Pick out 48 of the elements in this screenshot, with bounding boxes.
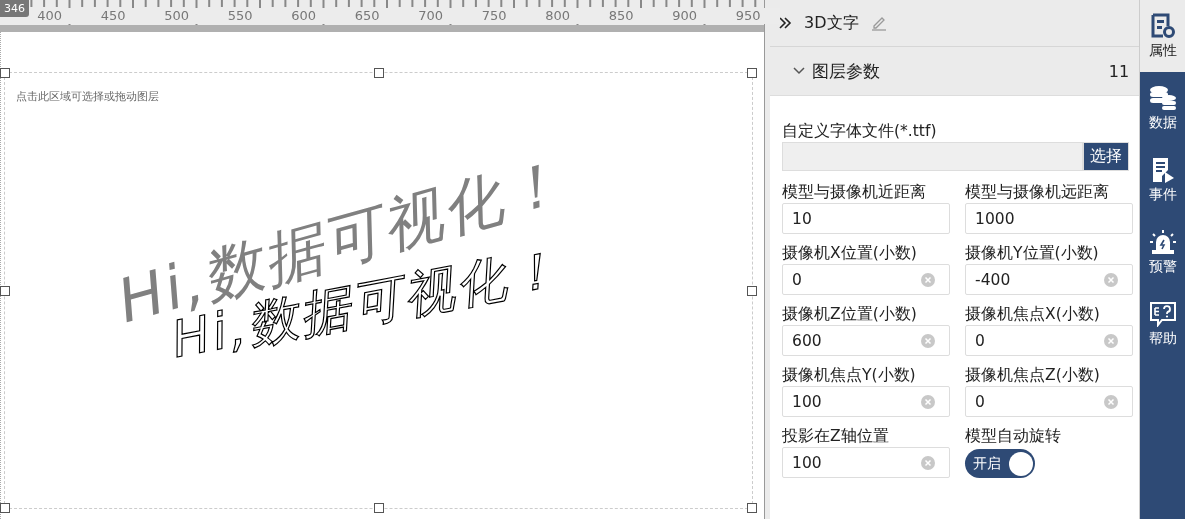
sidebar-tab[interactable]: 帮助	[1140, 288, 1185, 360]
document-gear-icon	[1149, 12, 1176, 39]
field-label: 摄像机焦点Z(小数)	[965, 365, 1101, 386]
resize-handle[interactable]	[747, 68, 757, 78]
sidebar-tab[interactable]: 预警	[1140, 216, 1185, 288]
panel-title: 3D文字	[804, 12, 859, 34]
sidebar-tab[interactable]: 事件	[1140, 144, 1185, 216]
input-field[interactable]: 600	[782, 325, 951, 356]
input-field[interactable]: 100	[782, 447, 951, 478]
alarm-light-icon	[1148, 228, 1177, 255]
resize-handle[interactable]	[373, 68, 384, 78]
resize-handle[interactable]	[0, 68, 10, 78]
collapse-icon[interactable]	[778, 16, 793, 30]
file-field[interactable]	[782, 142, 1084, 171]
section-count: 11	[1108, 61, 1130, 81]
field-label: 模型自动旋转	[965, 426, 1063, 447]
sidebar-tab[interactable]: 属性	[1140, 0, 1185, 72]
section-header[interactable]: 图层参数 11	[770, 47, 1140, 96]
input-field[interactable]: 0	[782, 264, 951, 295]
field-label: 模型与摄像机近距离	[782, 182, 928, 203]
sidebar-tab[interactable]: 数据	[1140, 72, 1185, 144]
field-label: 摄像机焦点Y(小数)	[782, 365, 917, 386]
help-icon	[1148, 300, 1177, 327]
field-label: 自定义字体文件(*.ttf)	[782, 121, 938, 142]
field-label: 投影在Z轴位置	[782, 426, 890, 447]
toggle-switch[interactable]: 开启	[965, 449, 1036, 478]
resize-handle[interactable]	[373, 503, 384, 513]
resize-handle[interactable]	[747, 503, 757, 513]
resize-handle[interactable]	[0, 285, 10, 296]
section-title: 图层参数	[812, 59, 882, 83]
field-label: 摄像机X位置(小数)	[782, 243, 918, 264]
field-label: 摄像机Z位置(小数)	[782, 304, 918, 325]
choose-button[interactable]: 选择	[1083, 142, 1130, 171]
field-label: 摄像机Y位置(小数)	[965, 243, 1100, 264]
input-field[interactable]: 0	[965, 325, 1134, 356]
input-field[interactable]: 100	[782, 386, 951, 417]
edit-icon[interactable]	[870, 15, 887, 31]
field-label: 模型与摄像机远距离	[965, 182, 1111, 203]
ruler-position-badge: 346	[0, 0, 29, 17]
input-field[interactable]: 10	[782, 203, 951, 234]
canvas-hint: 点击此区域可选择或拖动图层	[16, 89, 159, 104]
resize-handle[interactable]	[747, 285, 757, 296]
database-icon	[1148, 84, 1177, 111]
field-label: 摄像机焦点X(小数)	[965, 304, 1101, 325]
input-field[interactable]: 1000	[965, 203, 1134, 234]
input-field[interactable]: 0	[965, 386, 1134, 417]
input-field[interactable]: -400	[965, 264, 1134, 295]
resize-handle[interactable]	[0, 503, 10, 513]
